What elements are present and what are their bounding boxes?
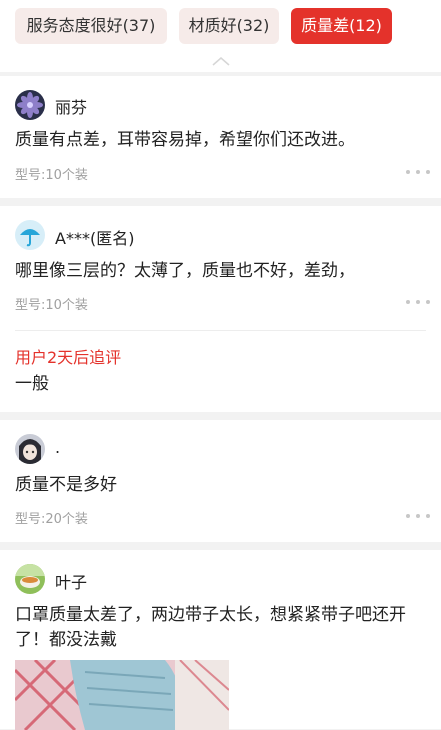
followup-content: 一般 bbox=[15, 374, 49, 394]
umbrella-avatar-icon[interactable] bbox=[15, 220, 45, 250]
chevron-up-icon[interactable] bbox=[212, 56, 230, 66]
more-options-icon[interactable] bbox=[406, 170, 430, 176]
flower-avatar-icon[interactable] bbox=[15, 90, 45, 120]
review-card: 丽芬 质量有点差，耳带容易掉，希望你们还改进。 型号:10个装 bbox=[0, 76, 441, 198]
bowl-avatar-icon[interactable] bbox=[15, 564, 45, 594]
review-username: A***(匿名) bbox=[55, 229, 135, 248]
review-card: 叶子 口罩质量太差了，两边带子太长，想紧紧带子吧还开了！都没法戴 bbox=[0, 550, 441, 730]
anime-avatar-icon[interactable] bbox=[15, 434, 45, 464]
review-spec: 型号:20个装 bbox=[15, 512, 88, 527]
review-spec: 型号:10个装 bbox=[15, 168, 88, 183]
review-card: A***(匿名) 哪里像三层的？太薄了，质量也不好，差劲， 型号:10个装 用户… bbox=[0, 206, 441, 412]
followup-title: 用户2天后追评 bbox=[15, 348, 122, 367]
review-content: 质量有点差，耳带容易掉，希望你们还改进。 bbox=[15, 130, 355, 150]
review-username: 丽芬 bbox=[55, 98, 88, 117]
more-options-icon[interactable] bbox=[406, 300, 430, 306]
review-username: 叶子 bbox=[55, 573, 88, 592]
review-spec: 型号:10个装 bbox=[15, 298, 88, 313]
divider bbox=[15, 330, 426, 331]
more-options-icon[interactable] bbox=[406, 514, 430, 520]
review-content: 哪里像三层的？太薄了，质量也不好，差劲， bbox=[15, 261, 355, 281]
review-content: 口罩质量太差了，两边带子太长，想紧紧带子吧还开了！都没法戴 bbox=[15, 605, 406, 650]
filter-tag-poor-quality[interactable]: 质量差(12) bbox=[291, 8, 392, 44]
review-photo[interactable] bbox=[15, 660, 229, 730]
review-card: . 质量不是多好 型号:20个装 bbox=[0, 420, 441, 542]
filter-tag-material[interactable]: 材质好(32) bbox=[179, 8, 279, 44]
filter-tag-service[interactable]: 服务态度很好(37) bbox=[15, 8, 167, 44]
review-content: 质量不是多好 bbox=[15, 475, 117, 495]
review-filter-bar: 服务态度很好(37) 材质好(32) 质量差(12) bbox=[0, 0, 441, 72]
review-username: . bbox=[55, 438, 61, 457]
